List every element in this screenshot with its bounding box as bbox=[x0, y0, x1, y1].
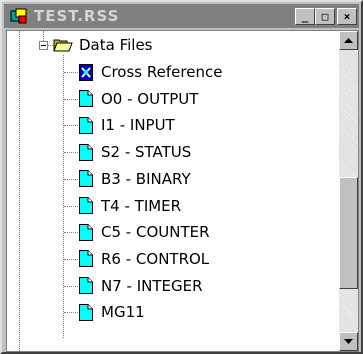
tree-connector bbox=[64, 205, 78, 207]
list-item[interactable]: I1 - INPUT bbox=[79, 112, 175, 138]
arrow-up-icon bbox=[344, 38, 353, 43]
minimize-icon: _ bbox=[301, 10, 309, 23]
folder-open-icon bbox=[53, 39, 73, 52]
tree-connector bbox=[63, 55, 64, 338]
tree-connector bbox=[64, 72, 78, 73]
restore-button[interactable]: □ bbox=[315, 8, 335, 25]
scroll-up-button[interactable] bbox=[339, 31, 358, 50]
close-button[interactable]: × bbox=[337, 8, 357, 25]
title-bar[interactable]: TEST.RSS _ □ × bbox=[4, 4, 359, 28]
scroll-down-button[interactable] bbox=[339, 332, 358, 351]
tree-connector bbox=[64, 178, 78, 180]
tree-connector bbox=[64, 312, 78, 314]
window-title: TEST.RSS bbox=[34, 7, 120, 25]
tree-connector bbox=[64, 232, 78, 234]
list-item[interactable]: S2 - STATUS bbox=[79, 139, 191, 165]
tree-connector bbox=[43, 31, 44, 41]
list-item-label: T4 - TIMER bbox=[101, 196, 182, 215]
list-item[interactable]: O0 - OUTPUT bbox=[79, 86, 198, 112]
tree-connector bbox=[64, 98, 78, 100]
data-file-icon bbox=[79, 116, 93, 134]
data-file-icon bbox=[79, 303, 93, 321]
vertical-scrollbar[interactable] bbox=[339, 31, 358, 351]
tree-connector bbox=[64, 258, 78, 260]
cross-reference-icon bbox=[79, 63, 93, 81]
data-file-icon bbox=[79, 250, 93, 268]
tree-connector bbox=[64, 285, 78, 287]
data-file-icon bbox=[79, 90, 93, 108]
list-item[interactable]: B3 - BINARY bbox=[79, 166, 191, 192]
folder-data-files[interactable]: Data Files bbox=[53, 32, 153, 58]
tree-connector bbox=[64, 152, 78, 154]
tree-connector bbox=[64, 125, 78, 127]
tree-pane: Data Files Cross Reference O0 - OUTPUT I1 … bbox=[7, 31, 341, 351]
restore-icon: □ bbox=[321, 10, 329, 23]
app-window: TEST.RSS _ □ × Data Files Cross Referenc… bbox=[0, 0, 363, 354]
data-file-icon bbox=[79, 197, 93, 214]
list-item-label: N7 - INTEGER bbox=[101, 276, 203, 295]
folder-label: Data Files bbox=[79, 36, 153, 54]
collapse-toggle[interactable] bbox=[39, 41, 48, 50]
arrow-down-icon bbox=[344, 339, 353, 344]
list-item-label: B3 - BINARY bbox=[101, 169, 191, 188]
list-item[interactable]: N7 - INTEGER bbox=[79, 273, 203, 299]
list-item-label: S2 - STATUS bbox=[101, 143, 192, 162]
data-file-icon bbox=[79, 143, 93, 161]
tree-view[interactable]: Data Files Cross Reference O0 - OUTPUT I1 … bbox=[6, 30, 359, 352]
tree-connector bbox=[19, 31, 20, 351]
list-item-label: Cross Reference bbox=[101, 63, 223, 81]
list-item-label: I1 - INPUT bbox=[101, 116, 175, 135]
list-item[interactable]: Cross Reference bbox=[79, 59, 222, 85]
list-item-label: MG11 bbox=[101, 303, 145, 322]
project-icon bbox=[10, 8, 27, 24]
data-file-icon bbox=[79, 277, 93, 295]
list-item[interactable]: MG11 bbox=[79, 299, 145, 325]
scroll-thumb[interactable] bbox=[339, 177, 358, 289]
list-item[interactable]: T4 - TIMER bbox=[79, 193, 181, 219]
list-item[interactable]: C5 - COUNTER bbox=[79, 219, 210, 245]
list-item-label: O0 - OUTPUT bbox=[101, 89, 199, 108]
list-item[interactable]: R6 - CONTROL bbox=[79, 246, 209, 272]
list-item-label: C5 - COUNTER bbox=[101, 223, 210, 242]
minimize-button[interactable]: _ bbox=[295, 8, 315, 25]
close-icon: × bbox=[343, 10, 351, 23]
data-file-icon bbox=[79, 223, 93, 241]
data-file-icon bbox=[79, 170, 93, 188]
list-item-label: R6 - CONTROL bbox=[101, 249, 210, 268]
